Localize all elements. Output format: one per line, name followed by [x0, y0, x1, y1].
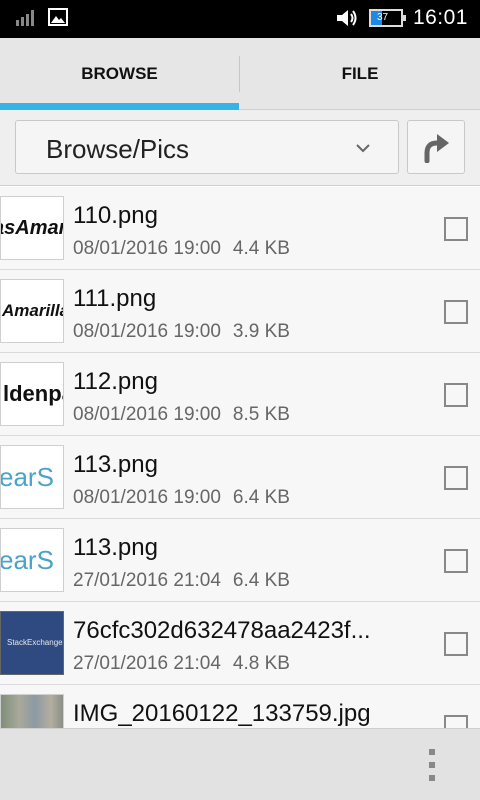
select-checkbox[interactable]	[444, 715, 468, 728]
file-size: 6.4 KB	[232, 570, 290, 591]
file-meta: 27/01/2016 21:04 6.4 KB	[73, 570, 290, 592]
file-date: 08/01/2016 19:00	[73, 487, 221, 508]
path-bar: Browse/Pics	[0, 110, 480, 186]
file-row[interactable]: Amarillas 111.png 08/01/2016 19:00 3.9 KB	[0, 270, 480, 353]
current-path: Browse/Pics	[46, 134, 190, 164]
file-name: 112.png	[73, 368, 158, 395]
select-checkbox[interactable]	[444, 217, 468, 241]
chevron-down-icon	[356, 144, 370, 153]
file-row[interactable]: asAmar 110.png 08/01/2016 19:00 4.4 KB	[0, 187, 480, 270]
clock: 16:01	[412, 6, 468, 29]
file-thumbnail: StackExchange	[0, 611, 64, 675]
file-thumbnail: earS	[0, 528, 64, 592]
volume-icon	[336, 10, 357, 26]
file-size: 3.9 KB	[232, 321, 290, 342]
file-size: 4.8 KB	[232, 653, 290, 674]
path-dropdown[interactable]: Browse/Pics	[15, 120, 399, 174]
file-name: 113.png	[73, 451, 158, 478]
file-meta: 27/01/2016 21:04 4.8 KB	[73, 653, 290, 675]
tab-selected-indicator	[0, 103, 239, 110]
file-date: 08/01/2016 19:00	[73, 321, 221, 342]
select-checkbox[interactable]	[444, 549, 468, 573]
image-notification-icon	[48, 8, 68, 26]
signal-icon	[16, 10, 34, 26]
tab-file[interactable]: FILE	[240, 38, 480, 110]
select-checkbox[interactable]	[444, 383, 468, 407]
file-row[interactable]: StackExchange 76cfc302d632478aa2423f... …	[0, 602, 480, 685]
file-list[interactable]: asAmar 110.png 08/01/2016 19:00 4.4 KB Am…	[0, 187, 480, 728]
tab-browse[interactable]: BROWSE	[0, 38, 239, 110]
select-checkbox[interactable]	[444, 300, 468, 324]
file-thumbnail: asAmar	[0, 196, 64, 260]
file-thumbnail: Amarillas	[0, 279, 64, 343]
file-row[interactable]: earS 113.png 08/01/2016 19:00 6.4 KB	[0, 436, 480, 519]
file-size: 6.4 KB	[232, 487, 290, 508]
file-name: 111.png	[73, 285, 157, 312]
file-date: 08/01/2016 19:00	[73, 238, 221, 259]
select-checkbox[interactable]	[444, 632, 468, 656]
up-arrow-icon	[424, 134, 449, 163]
file-date: 08/01/2016 19:00	[73, 404, 221, 425]
up-folder-button[interactable]	[407, 120, 465, 174]
file-meta: 08/01/2016 19:00 6.4 KB	[73, 487, 290, 509]
file-thumbnail	[0, 694, 64, 728]
file-meta: 08/01/2016 19:00 4.4 KB	[73, 238, 290, 260]
battery-icon: 37	[368, 9, 406, 27]
file-row[interactable]: ldenpa 112.png 08/01/2016 19:00 8.5 KB	[0, 353, 480, 436]
file-size: 4.4 KB	[232, 238, 290, 259]
file-name: 110.png	[73, 202, 158, 229]
status-bar: 37 16:01	[0, 0, 480, 38]
tab-bar: BROWSE FILE	[0, 38, 480, 110]
file-name: 76cfc302d632478aa2423f...	[73, 617, 371, 644]
file-date: 27/01/2016 21:04	[73, 570, 221, 591]
file-thumbnail: ldenpa	[0, 362, 64, 426]
file-size: 8.5 KB	[232, 404, 290, 425]
file-meta: 08/01/2016 19:00 3.9 KB	[73, 321, 290, 343]
file-meta: 08/01/2016 19:00 8.5 KB	[73, 404, 290, 426]
bottom-action-bar	[0, 728, 480, 800]
file-name: 113.png	[73, 534, 158, 561]
file-row[interactable]: earS 113.png 27/01/2016 21:04 6.4 KB	[0, 519, 480, 602]
select-checkbox[interactable]	[444, 466, 468, 490]
file-thumbnail: earS	[0, 445, 64, 509]
file-date: 27/01/2016 21:04	[73, 653, 221, 674]
file-name: IMG_20160122_133759.jpg	[73, 700, 371, 727]
overflow-menu-icon[interactable]	[424, 749, 440, 781]
file-row[interactable]: IMG_20160122_133759.jpg	[0, 685, 480, 728]
battery-level: 37	[376, 12, 389, 23]
